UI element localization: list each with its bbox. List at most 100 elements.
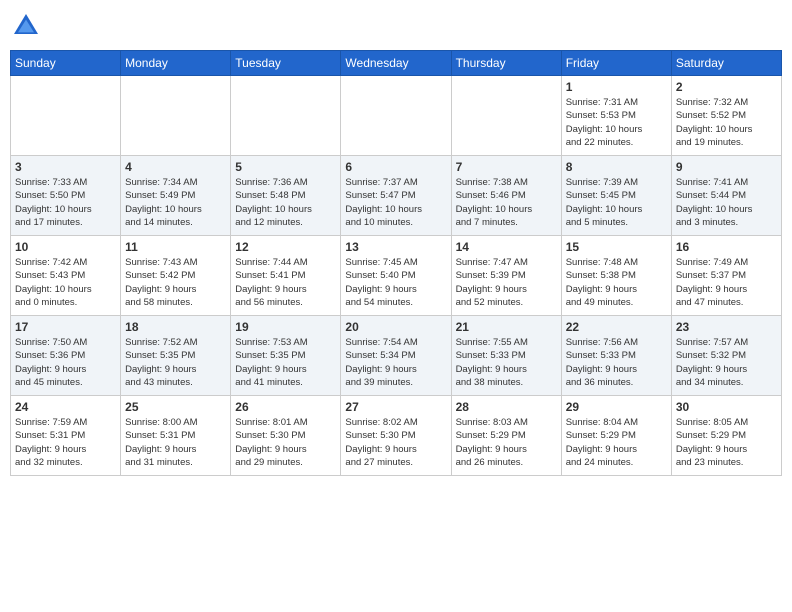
calendar-table: SundayMondayTuesdayWednesdayThursdayFrid… bbox=[10, 50, 782, 476]
day-number: 8 bbox=[566, 160, 667, 174]
calendar-cell: 17 Sunrise: 7:50 AM Sunset: 5:36 PM Dayli… bbox=[11, 316, 121, 396]
calendar-cell: 27 Sunrise: 8:02 AM Sunset: 5:30 PM Dayli… bbox=[341, 396, 451, 476]
day-info: Sunrise: 7:53 AM Sunset: 5:35 PM Dayligh… bbox=[235, 336, 336, 389]
calendar-cell: 20 Sunrise: 7:54 AM Sunset: 5:34 PM Dayli… bbox=[341, 316, 451, 396]
day-info: Sunrise: 8:00 AM Sunset: 5:31 PM Dayligh… bbox=[125, 416, 226, 469]
calendar-cell bbox=[231, 76, 341, 156]
day-info: Sunrise: 7:57 AM Sunset: 5:32 PM Dayligh… bbox=[676, 336, 777, 389]
day-number: 3 bbox=[15, 160, 116, 174]
weekday-header: Saturday bbox=[671, 51, 781, 76]
day-number: 29 bbox=[566, 400, 667, 414]
weekday-header: Wednesday bbox=[341, 51, 451, 76]
day-number: 28 bbox=[456, 400, 557, 414]
day-info: Sunrise: 7:37 AM Sunset: 5:47 PM Dayligh… bbox=[345, 176, 446, 229]
day-info: Sunrise: 7:38 AM Sunset: 5:46 PM Dayligh… bbox=[456, 176, 557, 229]
day-info: Sunrise: 7:32 AM Sunset: 5:52 PM Dayligh… bbox=[676, 96, 777, 149]
day-info: Sunrise: 7:36 AM Sunset: 5:48 PM Dayligh… bbox=[235, 176, 336, 229]
day-info: Sunrise: 8:04 AM Sunset: 5:29 PM Dayligh… bbox=[566, 416, 667, 469]
day-info: Sunrise: 7:49 AM Sunset: 5:37 PM Dayligh… bbox=[676, 256, 777, 309]
day-number: 7 bbox=[456, 160, 557, 174]
day-number: 23 bbox=[676, 320, 777, 334]
day-number: 22 bbox=[566, 320, 667, 334]
day-info: Sunrise: 7:41 AM Sunset: 5:44 PM Dayligh… bbox=[676, 176, 777, 229]
calendar-cell: 23 Sunrise: 7:57 AM Sunset: 5:32 PM Dayli… bbox=[671, 316, 781, 396]
day-info: Sunrise: 7:39 AM Sunset: 5:45 PM Dayligh… bbox=[566, 176, 667, 229]
calendar-cell: 13 Sunrise: 7:45 AM Sunset: 5:40 PM Dayli… bbox=[341, 236, 451, 316]
page-header bbox=[10, 10, 782, 42]
calendar-cell: 28Sunrise: 8:03 AM Sunset: 5:29 PM Dayli… bbox=[451, 396, 561, 476]
day-number: 2 bbox=[676, 80, 777, 94]
day-info: Sunrise: 7:54 AM Sunset: 5:34 PM Dayligh… bbox=[345, 336, 446, 389]
day-number: 21 bbox=[456, 320, 557, 334]
calendar-week-row: 3 Sunrise: 7:33 AM Sunset: 5:50 PM Daylig… bbox=[11, 156, 782, 236]
calendar-cell bbox=[451, 76, 561, 156]
day-info: Sunrise: 7:47 AM Sunset: 5:39 PM Dayligh… bbox=[456, 256, 557, 309]
calendar-cell: 1 Sunrise: 7:31 AM Sunset: 5:53 PM Daylig… bbox=[561, 76, 671, 156]
calendar-cell bbox=[11, 76, 121, 156]
day-number: 17 bbox=[15, 320, 116, 334]
calendar-cell: 8 Sunrise: 7:39 AM Sunset: 5:45 PM Daylig… bbox=[561, 156, 671, 236]
calendar-week-row: 24Sunrise: 7:59 AM Sunset: 5:31 PM Dayli… bbox=[11, 396, 782, 476]
day-number: 16 bbox=[676, 240, 777, 254]
calendar-cell: 4 Sunrise: 7:34 AM Sunset: 5:49 PM Daylig… bbox=[121, 156, 231, 236]
calendar-cell: 6 Sunrise: 7:37 AM Sunset: 5:47 PM Daylig… bbox=[341, 156, 451, 236]
calendar-cell: 14 Sunrise: 7:47 AM Sunset: 5:39 PM Dayli… bbox=[451, 236, 561, 316]
calendar-cell: 16 Sunrise: 7:49 AM Sunset: 5:37 PM Dayli… bbox=[671, 236, 781, 316]
day-info: Sunrise: 7:55 AM Sunset: 5:33 PM Dayligh… bbox=[456, 336, 557, 389]
calendar-cell: 29 Sunrise: 8:04 AM Sunset: 5:29 PM Dayli… bbox=[561, 396, 671, 476]
day-info: Sunrise: 7:50 AM Sunset: 5:36 PM Dayligh… bbox=[15, 336, 116, 389]
day-info: Sunrise: 8:01 AM Sunset: 5:30 PM Dayligh… bbox=[235, 416, 336, 469]
calendar-cell: 11 Sunrise: 7:43 AM Sunset: 5:42 PM Dayli… bbox=[121, 236, 231, 316]
weekday-header: Thursday bbox=[451, 51, 561, 76]
weekday-header: Monday bbox=[121, 51, 231, 76]
weekday-header: Friday bbox=[561, 51, 671, 76]
day-number: 10 bbox=[15, 240, 116, 254]
day-number: 14 bbox=[456, 240, 557, 254]
calendar-cell: 3 Sunrise: 7:33 AM Sunset: 5:50 PM Daylig… bbox=[11, 156, 121, 236]
calendar-cell: 22 Sunrise: 7:56 AM Sunset: 5:33 PM Dayli… bbox=[561, 316, 671, 396]
day-number: 13 bbox=[345, 240, 446, 254]
logo-icon bbox=[10, 10, 42, 42]
calendar-week-row: 17 Sunrise: 7:50 AM Sunset: 5:36 PM Dayli… bbox=[11, 316, 782, 396]
day-number: 15 bbox=[566, 240, 667, 254]
day-info: Sunrise: 8:05 AM Sunset: 5:29 PM Dayligh… bbox=[676, 416, 777, 469]
day-info: Sunrise: 8:02 AM Sunset: 5:30 PM Dayligh… bbox=[345, 416, 446, 469]
calendar-cell bbox=[121, 76, 231, 156]
day-number: 27 bbox=[345, 400, 446, 414]
calendar-cell: 30 Sunrise: 8:05 AM Sunset: 5:29 PM Dayli… bbox=[671, 396, 781, 476]
day-info: Sunrise: 7:33 AM Sunset: 5:50 PM Dayligh… bbox=[15, 176, 116, 229]
day-number: 19 bbox=[235, 320, 336, 334]
calendar-week-row: 10Sunrise: 7:42 AM Sunset: 5:43 PM Dayli… bbox=[11, 236, 782, 316]
calendar-cell: 5 Sunrise: 7:36 AM Sunset: 5:48 PM Daylig… bbox=[231, 156, 341, 236]
calendar-cell: 12 Sunrise: 7:44 AM Sunset: 5:41 PM Dayli… bbox=[231, 236, 341, 316]
day-info: Sunrise: 7:48 AM Sunset: 5:38 PM Dayligh… bbox=[566, 256, 667, 309]
day-info: Sunrise: 7:31 AM Sunset: 5:53 PM Dayligh… bbox=[566, 96, 667, 149]
calendar-week-row: 1 Sunrise: 7:31 AM Sunset: 5:53 PM Daylig… bbox=[11, 76, 782, 156]
day-number: 11 bbox=[125, 240, 226, 254]
day-number: 26 bbox=[235, 400, 336, 414]
calendar-cell: 2 Sunrise: 7:32 AM Sunset: 5:52 PM Daylig… bbox=[671, 76, 781, 156]
calendar-cell: 18Sunrise: 7:52 AM Sunset: 5:35 PM Dayli… bbox=[121, 316, 231, 396]
day-info: Sunrise: 7:45 AM Sunset: 5:40 PM Dayligh… bbox=[345, 256, 446, 309]
day-number: 6 bbox=[345, 160, 446, 174]
weekday-header: Tuesday bbox=[231, 51, 341, 76]
calendar-cell: 19 Sunrise: 7:53 AM Sunset: 5:35 PM Dayli… bbox=[231, 316, 341, 396]
day-info: Sunrise: 7:59 AM Sunset: 5:31 PM Dayligh… bbox=[15, 416, 116, 469]
day-number: 30 bbox=[676, 400, 777, 414]
calendar-cell bbox=[341, 76, 451, 156]
day-info: Sunrise: 7:43 AM Sunset: 5:42 PM Dayligh… bbox=[125, 256, 226, 309]
calendar-cell: 10Sunrise: 7:42 AM Sunset: 5:43 PM Dayli… bbox=[11, 236, 121, 316]
day-number: 1 bbox=[566, 80, 667, 94]
calendar-cell: 15 Sunrise: 7:48 AM Sunset: 5:38 PM Dayli… bbox=[561, 236, 671, 316]
calendar-cell: 7 Sunrise: 7:38 AM Sunset: 5:46 PM Daylig… bbox=[451, 156, 561, 236]
day-number: 4 bbox=[125, 160, 226, 174]
day-info: Sunrise: 7:34 AM Sunset: 5:49 PM Dayligh… bbox=[125, 176, 226, 229]
day-info: Sunrise: 7:56 AM Sunset: 5:33 PM Dayligh… bbox=[566, 336, 667, 389]
day-info: Sunrise: 7:44 AM Sunset: 5:41 PM Dayligh… bbox=[235, 256, 336, 309]
day-number: 25 bbox=[125, 400, 226, 414]
calendar-cell: 24Sunrise: 7:59 AM Sunset: 5:31 PM Dayli… bbox=[11, 396, 121, 476]
day-number: 20 bbox=[345, 320, 446, 334]
day-number: 12 bbox=[235, 240, 336, 254]
day-number: 5 bbox=[235, 160, 336, 174]
day-info: Sunrise: 7:52 AM Sunset: 5:35 PM Dayligh… bbox=[125, 336, 226, 389]
